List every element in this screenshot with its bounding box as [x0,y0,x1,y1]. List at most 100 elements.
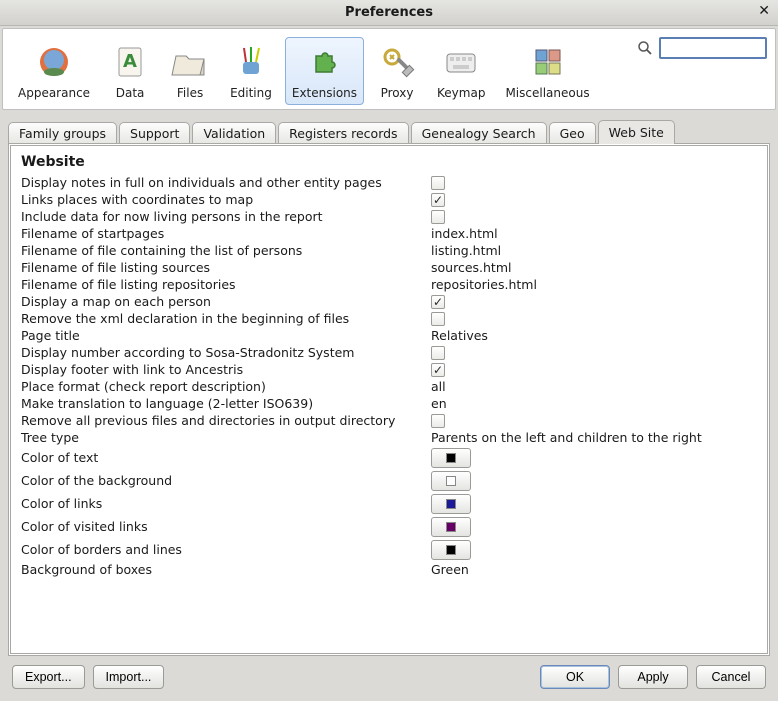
setting-checkbox[interactable] [431,312,445,326]
setting-value: index.html [431,226,757,241]
tab-geo[interactable]: Geo [549,122,596,144]
color-button[interactable] [431,471,471,491]
setting-label: Color of the background [21,469,421,492]
setting-label: Page title [21,327,421,344]
setting-label: Tree type [21,429,421,446]
setting-value: all [431,379,757,394]
setting-label: Remove the xml declaration in the beginn… [21,310,421,327]
category-label: Extensions [292,86,357,100]
setting-checkbox[interactable] [431,295,445,309]
setting-value: Green [431,562,757,577]
miscellaneous-icon [528,42,568,82]
color-button[interactable] [431,517,471,537]
search-input[interactable] [659,37,767,59]
button-bar: Export... Import... OK Apply Cancel [2,657,776,699]
setting-checkbox[interactable] [431,414,445,428]
svg-text:A: A [123,51,137,72]
tab-family-groups[interactable]: Family groups [8,122,117,144]
category-label: Data [116,86,145,100]
setting-value: listing.html [431,243,757,258]
category-miscellaneous[interactable]: Miscellaneous [498,37,596,105]
close-icon[interactable]: ✕ [758,3,770,19]
setting-value: Relatives [431,328,757,343]
setting-label: Filename of file listing repositories [21,276,421,293]
color-button[interactable] [431,494,471,514]
color-swatch [446,476,456,486]
category-label: Files [177,86,203,100]
cancel-button[interactable]: Cancel [696,665,766,689]
setting-value: repositories.html [431,277,757,292]
category-appearance[interactable]: Appearance [11,37,97,105]
color-button[interactable] [431,448,471,468]
category-label: Editing [230,86,272,100]
color-swatch [446,522,456,532]
tab-support[interactable]: Support [119,122,190,144]
search-group [637,37,767,59]
editing-icon [231,42,271,82]
section-title: Website [21,154,757,170]
setting-checkbox[interactable] [431,176,445,190]
category-proxy[interactable]: Proxy [370,37,424,105]
setting-label: Make translation to language (2-letter I… [21,395,421,412]
category-label: Proxy [381,86,414,100]
setting-label: Background of boxes [21,561,421,578]
tab-panel: Website Display notes in full on individ… [8,143,770,656]
ok-button[interactable]: OK [540,665,610,689]
tab-validation[interactable]: Validation [192,122,276,144]
setting-label: Display notes in full on individuals and… [21,174,421,191]
setting-checkbox[interactable] [431,210,445,224]
setting-label: Filename of file containing the list of … [21,242,421,259]
setting-label: Display footer with link to Ancestris [21,361,421,378]
import-button[interactable]: Import... [93,665,165,689]
color-swatch [446,499,456,509]
category-data[interactable]: A Data [103,37,157,105]
search-icon [637,40,653,56]
window-body: Appearance A Data Files Editing Extensions Pro… [0,26,778,701]
settings-grid: Display notes in full on individuals and… [21,174,757,578]
setting-checkbox[interactable] [431,363,445,377]
tabstrip: Family groupsSupportValidationRegisters … [2,120,776,144]
setting-label: Color of borders and lines [21,538,421,561]
setting-checkbox[interactable] [431,193,445,207]
setting-checkbox[interactable] [431,346,445,360]
keymap-icon [441,42,481,82]
category-label: Appearance [18,86,90,100]
proxy-icon [377,42,417,82]
apply-button[interactable]: Apply [618,665,688,689]
setting-label: Color of links [21,492,421,515]
data-icon: A [110,42,150,82]
tab-registers-records[interactable]: Registers records [278,122,408,144]
export-button[interactable]: Export... [12,665,85,689]
category-files[interactable]: Files [163,37,217,105]
setting-label: Links places with coordinates to map [21,191,421,208]
setting-label: Include data for now living persons in t… [21,208,421,225]
setting-value: sources.html [431,260,757,275]
setting-value: en [431,396,757,411]
setting-label: Display a map on each person [21,293,421,310]
tab-panel-inner: Website Display notes in full on individ… [10,145,768,654]
titlebar: Preferences ✕ [0,0,778,26]
category-keymap[interactable]: Keymap [430,37,492,105]
color-swatch [446,545,456,555]
category-label: Miscellaneous [505,86,589,100]
category-editing[interactable]: Editing [223,37,279,105]
setting-label: Display number according to Sosa-Stradon… [21,344,421,361]
tab-genealogy-search[interactable]: Genealogy Search [411,122,547,144]
appearance-icon [34,42,74,82]
color-swatch [446,453,456,463]
setting-label: Remove all previous files and directorie… [21,412,421,429]
tab-web-site[interactable]: Web Site [598,120,675,144]
category-extensions[interactable]: Extensions [285,37,364,105]
setting-label: Place format (check report description) [21,378,421,395]
setting-label: Filename of file listing sources [21,259,421,276]
window-title: Preferences [345,5,433,20]
files-icon [170,42,210,82]
category-toolbar: Appearance A Data Files Editing Extensions Pro… [2,28,776,110]
setting-label: Color of visited links [21,515,421,538]
color-button[interactable] [431,540,471,560]
extensions-icon [304,42,344,82]
setting-label: Filename of startpages [21,225,421,242]
category-label: Keymap [437,86,485,100]
setting-label: Color of text [21,446,421,469]
setting-value: Parents on the left and children to the … [431,430,757,445]
